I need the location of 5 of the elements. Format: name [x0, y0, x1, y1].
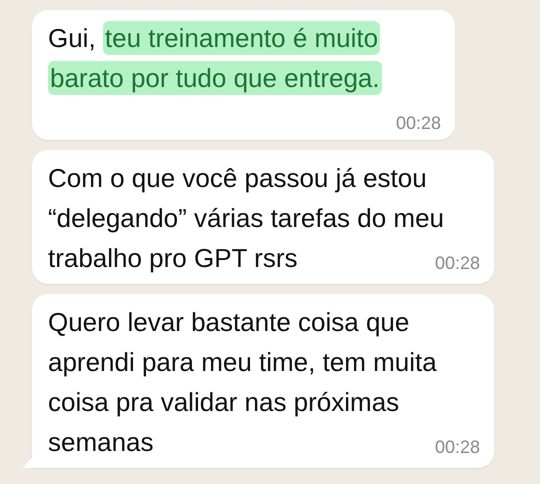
message-text: Com o que você passou já estou “delegando” várias tarefas do meu trabalho pro GPT rsrs 00:28 — [48, 162, 480, 276]
message-time: 00:28 — [434, 252, 480, 274]
message-text: Quero levar bastante coisa que aprendi para meu time, tem muita coisa pra validar nas próximas semanas 00:28 — [48, 306, 480, 460]
message-time: 00:28 — [396, 112, 441, 134]
message-time: 00:28 — [434, 436, 480, 458]
